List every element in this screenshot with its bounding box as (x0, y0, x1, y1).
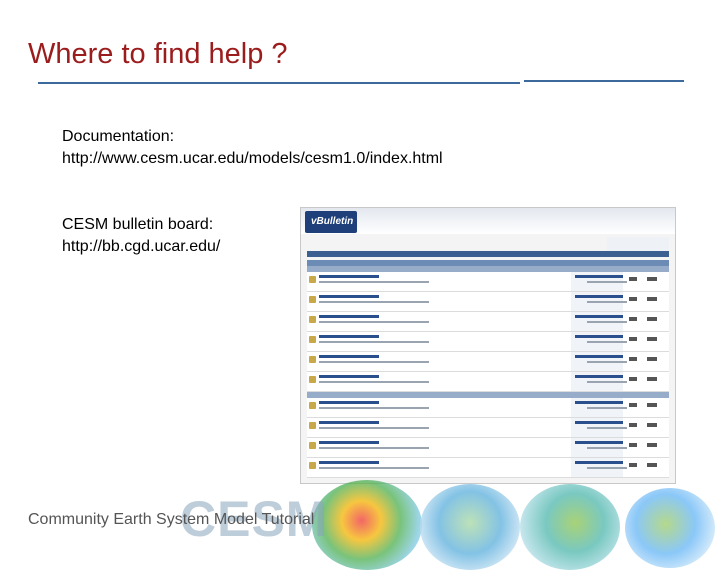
forum-folder-icon (309, 422, 316, 429)
forum-row (307, 272, 669, 292)
bulletin-label: CESM bulletin board: (62, 216, 214, 233)
forum-folder-icon (309, 442, 316, 449)
forum-folder-icon (309, 402, 316, 409)
forum-screenshot: vBulletin (300, 207, 676, 484)
bulletin-link[interactable]: http://bb.cgd.ucar.edu/ (62, 236, 220, 258)
forum-folder-icon (309, 296, 316, 303)
globe-image (625, 488, 715, 568)
globe-image (520, 484, 620, 570)
vbulletin-logo: vBulletin (305, 211, 357, 233)
forum-row (307, 332, 669, 352)
bulletin-block: CESM bulletin board: http://bb.cgd.ucar.… (62, 214, 220, 258)
forum-row (307, 292, 669, 312)
forum-folder-icon (309, 462, 316, 469)
forum-folder-icon (309, 356, 316, 363)
documentation-block: Documentation: http://www.cesm.ucar.edu/… (62, 126, 443, 170)
forum-folder-icon (309, 336, 316, 343)
forum-navbar (307, 251, 669, 257)
globe-image (312, 480, 422, 570)
documentation-link[interactable]: http://www.cesm.ucar.edu/models/cesm1.0/… (62, 148, 443, 170)
forum-folder-icon (309, 276, 316, 283)
forum-table (307, 260, 669, 478)
title-divider-right (524, 80, 684, 82)
forum-row (307, 372, 669, 392)
forum-row (307, 312, 669, 332)
globe-image (420, 484, 520, 570)
slide-title: Where to find help ? (28, 38, 288, 70)
forum-row (307, 418, 669, 438)
forum-row (307, 458, 669, 478)
footer-tutorial-text: Community Earth System Model Tutorial (28, 511, 315, 528)
title-divider-left (38, 82, 520, 84)
documentation-label: Documentation: (62, 128, 175, 145)
forum-folder-icon (309, 316, 316, 323)
forum-welcome-box (607, 237, 669, 251)
forum-row (307, 352, 669, 372)
forum-header-bar (301, 208, 675, 234)
forum-row (307, 438, 669, 458)
forum-folder-icon (309, 376, 316, 383)
forum-row (307, 398, 669, 418)
